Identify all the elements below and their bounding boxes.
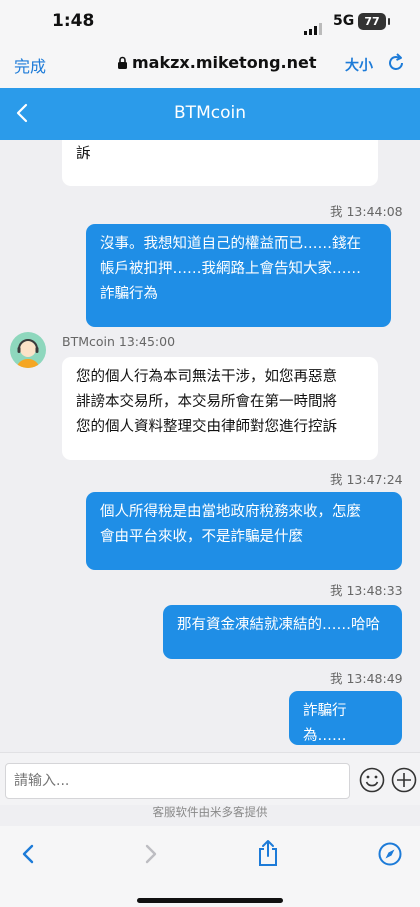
browser-top-bar: 完成 makzx.miketong.net 大小 xyxy=(0,44,420,88)
chat-area[interactable]: 訴 我 13:44:08 沒事。我想知道自己的權益而已……錢在 帳戶被扣押……我… xyxy=(0,140,420,752)
message-timestamp: 我 13:44:08 xyxy=(330,204,403,219)
message-input[interactable] xyxy=(5,763,350,799)
message-line: 詐騙行為 xyxy=(100,286,158,302)
message-line: 您的個人行為本司無法干涉，如您再惡意 xyxy=(76,369,337,385)
message-sender-timestamp: BTMcoin 13:45:00 xyxy=(62,334,176,349)
status-time: 1:48 xyxy=(52,11,95,31)
message-line: 您的個人資料整理交由律師對您進行控訴 xyxy=(76,419,337,435)
composer xyxy=(0,752,420,805)
browser-bottom-bar xyxy=(0,826,420,907)
chat-title: BTMcoin xyxy=(174,103,246,123)
signal-icon xyxy=(304,16,324,35)
agent-avatar[interactable] xyxy=(10,332,46,368)
share-icon[interactable] xyxy=(257,839,279,867)
refresh-icon[interactable] xyxy=(386,52,406,74)
message-bubble-outgoing: 個人所得稅是由當地政府稅務來收，怎麼 會由平台來收，不是詐騙是什麼 xyxy=(86,492,402,570)
message-line: 帳戶被扣押……我網路上會告知大家…… xyxy=(100,261,361,277)
message-line: 個人所得稅是由當地政府稅務來收，怎麼 xyxy=(100,504,361,520)
message-timestamp: 我 13:47:24 xyxy=(330,472,403,487)
message-line: 那有資金凍結就凍結的……哈哈 xyxy=(177,617,380,633)
message-timestamp: 我 13:48:49 xyxy=(330,671,403,686)
message-text: 訴 xyxy=(76,146,91,162)
plus-icon[interactable] xyxy=(391,767,417,793)
message-bubble-incoming: 您的個人行為本司無法干涉，如您再惡意 誹謗本交易所，本交易所會在第一時間將 您的… xyxy=(62,357,378,460)
message-bubble-incoming: 訴 xyxy=(62,140,378,186)
message-line: 沒事。我想知道自己的權益而已……錢在 xyxy=(100,236,361,252)
status-bar: 1:48 5G 77 xyxy=(0,0,420,44)
battery-icon: 77 xyxy=(358,13,386,30)
message-bubble-outgoing: 詐騙行為…… xyxy=(289,691,402,745)
message-bubble-outgoing: 沒事。我想知道自己的權益而已……錢在 帳戶被扣押……我網路上會告知大家…… 詐騙… xyxy=(86,224,391,327)
home-indicator xyxy=(137,898,283,903)
message-timestamp: 我 13:48:33 xyxy=(330,583,403,598)
message-line: 誹謗本交易所，本交易所會在第一時間將 xyxy=(76,394,337,410)
url-field[interactable]: makzx.miketong.net xyxy=(132,53,317,72)
text-size-button[interactable]: 大小 xyxy=(345,55,373,75)
agent-avatar-icon xyxy=(17,339,39,368)
done-button[interactable]: 完成 xyxy=(14,53,46,77)
network-label: 5G xyxy=(333,13,355,29)
message-bubble-outgoing: 那有資金凍結就凍結的……哈哈 xyxy=(163,605,402,659)
message-line: 會由平台來收，不是詐騙是什麼 xyxy=(100,529,303,545)
nav-forward-icon[interactable] xyxy=(143,843,159,865)
nav-back-icon[interactable] xyxy=(20,843,36,865)
emoji-icon[interactable] xyxy=(359,767,385,793)
battery-tip xyxy=(388,18,390,25)
provider-note: 客服软件由米多客提供 xyxy=(152,805,268,819)
lock-icon xyxy=(118,56,127,69)
compass-icon[interactable] xyxy=(378,842,402,866)
chat-header: BTMcoin xyxy=(0,88,420,140)
message-line: 詐騙行為…… xyxy=(303,703,347,744)
